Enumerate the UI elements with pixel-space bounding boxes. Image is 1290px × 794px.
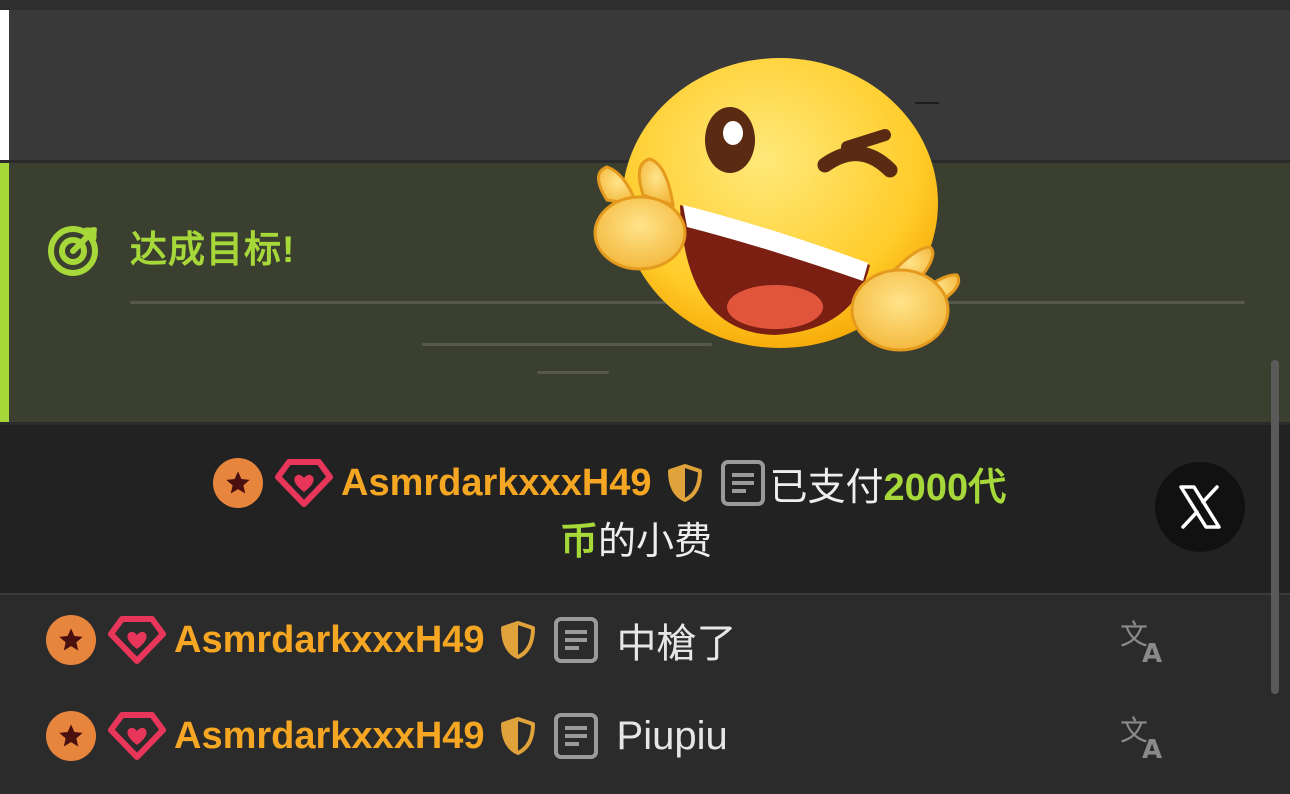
shield-icon bbox=[500, 621, 535, 659]
message-username[interactable]: AsmrdarkxxxH49 bbox=[174, 715, 485, 758]
goal-progress-line bbox=[537, 371, 609, 374]
star-badge-icon bbox=[46, 711, 96, 761]
target-icon bbox=[48, 226, 98, 276]
tipper-username[interactable]: AsmrdarkxxxH49 bbox=[341, 462, 652, 505]
diamond-heart-icon bbox=[108, 616, 166, 664]
winking-peace-emoji-icon bbox=[593, 58, 961, 352]
top-strip bbox=[0, 0, 1290, 10]
document-icon bbox=[553, 713, 598, 759]
panel-edge bbox=[0, 10, 9, 160]
shield-icon bbox=[500, 717, 535, 755]
close-button[interactable] bbox=[1155, 462, 1245, 552]
diamond-heart-icon bbox=[275, 459, 333, 507]
tip-amount-unit: 币 bbox=[560, 520, 599, 563]
chat-message: AsmrdarkxxxH49 中槍了 bbox=[46, 610, 737, 670]
goal-title: 达成目标! bbox=[130, 229, 296, 270]
message-username[interactable]: AsmrdarkxxxH49 bbox=[174, 619, 485, 662]
star-badge-icon bbox=[46, 615, 96, 665]
chat-message: AsmrdarkxxxH49 Piupiu bbox=[46, 706, 728, 766]
diamond-heart-icon bbox=[108, 712, 166, 760]
tip-line-2: 币 的小费 bbox=[560, 509, 712, 565]
translate-icon[interactable]: 文 A bbox=[1118, 712, 1168, 760]
document-icon bbox=[553, 617, 598, 663]
shield-icon bbox=[667, 464, 702, 502]
document-icon bbox=[720, 460, 765, 506]
tip-text-suffix: 的小费 bbox=[598, 520, 713, 563]
chat-scrollbar[interactable] bbox=[1271, 360, 1279, 694]
translate-icon[interactable]: 文 A bbox=[1118, 616, 1168, 664]
star-badge-icon bbox=[213, 458, 263, 508]
goal-accent-bar bbox=[0, 163, 9, 422]
message-text: Piupiu bbox=[616, 713, 728, 758]
message-text: 中槍了 bbox=[616, 622, 737, 666]
tip-notification-banner: AsmrdarkxxxH49 已支付 2000代 币 的小费 bbox=[0, 425, 1290, 595]
tip-line-1: AsmrdarkxxxH49 已支付 2000代 bbox=[213, 455, 1006, 511]
svg-text:A: A bbox=[1142, 735, 1162, 760]
x-logo-icon bbox=[1179, 485, 1221, 529]
svg-text:A: A bbox=[1142, 639, 1162, 664]
tip-amount: 2000代 bbox=[883, 466, 1007, 509]
tip-text-paid: 已支付 bbox=[769, 466, 884, 509]
